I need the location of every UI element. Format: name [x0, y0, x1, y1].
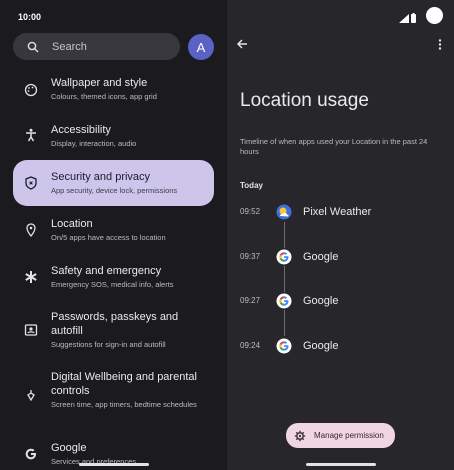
- gear-icon: [294, 430, 306, 441]
- weather-icon: [276, 204, 292, 220]
- manage-permission-button[interactable]: Manage permission: [286, 423, 395, 448]
- timeline-app: Google: [303, 251, 339, 263]
- timeline-time: 09:24: [240, 341, 261, 350]
- search-bar[interactable]: Search: [13, 33, 180, 60]
- status-time: 10:00: [18, 12, 42, 22]
- battery-icon: [411, 13, 416, 23]
- settings-item-accessibility[interactable]: Accessibility Display, interaction, audi…: [13, 120, 214, 154]
- wifi-icon: [399, 14, 409, 23]
- accessibility-icon: [26, 128, 36, 142]
- avatar[interactable]: A: [188, 34, 214, 60]
- today-header: Today: [240, 181, 263, 190]
- timeline-time: 09:52: [240, 207, 261, 216]
- search-icon: [27, 41, 39, 52]
- search-placeholder: Search: [52, 40, 87, 53]
- item-title: Security and privacy: [51, 171, 151, 183]
- item-title: Wallpaper and style: [51, 77, 148, 89]
- item-subtitle: Colours, themed icons, app grid: [51, 92, 157, 101]
- back-arrow-icon[interactable]: [236, 38, 248, 50]
- item-title: Accessibility: [51, 124, 111, 136]
- page-title: Location usage: [240, 90, 369, 111]
- settings-item-digital-wellbeing[interactable]: Digital Wellbeing and parental controls …: [13, 368, 214, 426]
- google-icon: [276, 338, 292, 354]
- detail-pane: [227, 0, 454, 470]
- item-subtitle: Emergency SOS, medical info, alerts: [51, 280, 174, 289]
- asterisk-icon: [25, 271, 37, 283]
- home-indicator: [79, 463, 149, 466]
- timeline-time: 09:37: [240, 252, 261, 261]
- wellbeing-icon: [27, 390, 35, 402]
- item-title: Safety and emergency: [51, 265, 162, 277]
- timeline-time: 09:27: [240, 296, 261, 305]
- settings-pane: 10:00 Search A Wallpaper and style Colou…: [0, 0, 227, 470]
- shield-icon: [25, 176, 37, 190]
- google-icon: [276, 249, 292, 265]
- google-icon: [276, 293, 292, 309]
- settings-item-passwords[interactable]: Passwords, passkeys and autofill Suggest…: [13, 308, 214, 354]
- timeline-app: Google: [303, 340, 339, 352]
- settings-item-location[interactable]: Location On/5 apps have access to locati…: [13, 214, 214, 248]
- settings-item-security[interactable]: Security and privacy App security, devic…: [13, 160, 214, 206]
- timeline-app: Pixel Weather: [303, 206, 372, 218]
- more-options-icon[interactable]: [438, 39, 442, 50]
- item-subtitle: App security, device lock, permissions: [51, 186, 178, 195]
- settings-item-wallpaper[interactable]: Wallpaper and style Colours, themed icon…: [13, 73, 214, 107]
- id-card-icon: [24, 324, 38, 336]
- item-subtitle: Display, interaction, audio: [51, 139, 137, 148]
- item-subtitle: Screen time, app timers, bedtime schedul…: [51, 400, 197, 409]
- item-title: Google: [51, 442, 87, 454]
- item-title: Digital Wellbeing and parental controls: [51, 371, 197, 397]
- settings-item-safety[interactable]: Safety and emergency Emergency SOS, medi…: [13, 261, 214, 295]
- timeline-connector: [284, 310, 285, 336]
- timeline-connector: [284, 222, 285, 248]
- item-title: Location: [51, 218, 93, 230]
- item-title: Passwords, passkeys and autofill: [51, 311, 179, 337]
- timeline-app: Google: [303, 295, 339, 307]
- google-g-icon: [25, 448, 36, 460]
- location-pin-icon: [26, 223, 36, 237]
- palette-icon: [24, 83, 38, 97]
- item-subtitle: Suggestions for sign-in and autofill: [51, 340, 166, 349]
- timeline-connector: [284, 266, 285, 292]
- item-subtitle: On/5 apps have access to location: [51, 233, 166, 242]
- home-indicator: [306, 463, 376, 466]
- manage-permission-label: Manage permission: [314, 431, 384, 440]
- page-description: Timeline of when apps used your Location…: [240, 137, 428, 156]
- camera-cutout: [426, 7, 443, 24]
